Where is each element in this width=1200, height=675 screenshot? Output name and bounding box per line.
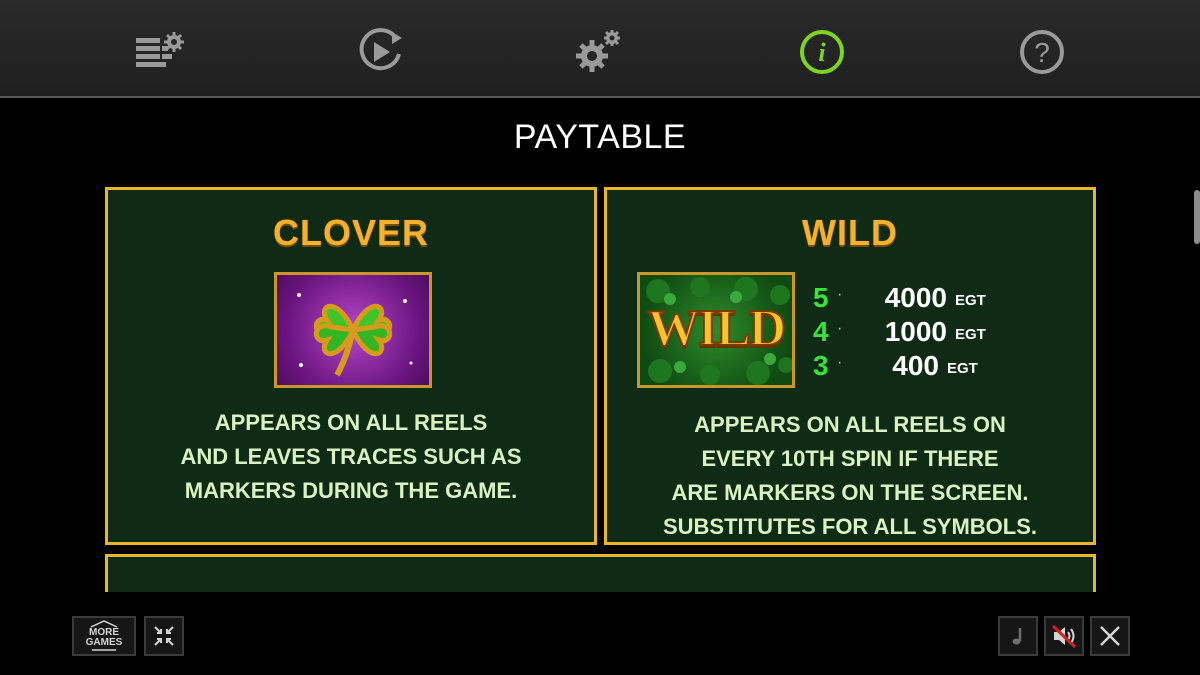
wild-symbol-image: WILD xyxy=(637,272,795,388)
pay-value: 400 xyxy=(892,350,939,381)
pay-row-3: 3 · 400 EGT xyxy=(813,350,1073,384)
pay-count: 3 xyxy=(813,350,829,381)
pay-unit: EGT xyxy=(955,292,986,309)
sound-muted-icon xyxy=(1051,624,1077,649)
four-leaf-clover-icon xyxy=(297,293,413,377)
sound-toggle-button[interactable] xyxy=(1044,616,1084,656)
pay-count: 5 xyxy=(813,282,829,313)
pay-value: 1000 xyxy=(884,316,947,347)
pay-dot: · xyxy=(837,320,843,337)
pay-unit: EGT xyxy=(955,326,986,343)
help-button[interactable]: ? xyxy=(1014,24,1070,80)
close-button[interactable] xyxy=(1090,616,1130,656)
more-games-button[interactable]: MORE GAMES xyxy=(72,616,136,656)
clover-title: CLOVER xyxy=(272,212,429,253)
exit-fullscreen-button[interactable] xyxy=(144,616,184,656)
wild-symbol-text: WILD xyxy=(647,299,787,358)
pay-row-4: 4 · 1000 EGT xyxy=(813,316,1073,350)
info-icon: i xyxy=(800,30,844,74)
scrollbar-thumb[interactable] xyxy=(1194,190,1200,244)
clover-desc-line: APPEARS ON ALL REELS xyxy=(214,410,488,435)
pay-dot: · xyxy=(837,286,843,303)
clover-panel: CLOVER APPEARS ON ALL REELS AND LEAVES T… xyxy=(105,187,597,545)
next-panel xyxy=(105,554,1096,592)
clover-description: APPEARS ON ALL REELS AND LEAVES TRACES S… xyxy=(108,406,594,508)
music-note-icon xyxy=(1012,628,1022,645)
clover-desc-line: AND LEAVES TRACES SUCH AS xyxy=(180,444,522,469)
wild-desc-line: SUBSTITUTES FOR ALL SYMBOLS. xyxy=(662,514,1037,539)
top-navigation-bar: i ? xyxy=(0,0,1200,98)
svg-text:?: ? xyxy=(1034,37,1050,68)
wild-desc-line: APPEARS ON ALL REELS ON xyxy=(694,412,1006,437)
wild-title: WILD xyxy=(802,212,898,253)
autoplay-icon xyxy=(359,28,402,71)
more-games-label: GAMES xyxy=(85,637,123,648)
clover-desc-line: MARKERS DURING THE GAME. xyxy=(184,478,518,503)
autoplay-button[interactable] xyxy=(352,24,408,80)
paytable-scroll-area[interactable]: PAYTABLE CLOVER APPEARS ON ALL REELS AND… xyxy=(0,100,1200,592)
pay-row-5: 5 · 4000 EGT xyxy=(813,282,1073,316)
wild-description: APPEARS ON ALL REELS ON EVERY 10TH SPIN … xyxy=(607,408,1093,544)
bet-settings-button[interactable] xyxy=(132,24,188,80)
help-question-icon: ? xyxy=(1020,30,1064,74)
settings-button[interactable] xyxy=(570,24,626,80)
close-icon xyxy=(1100,626,1120,646)
pay-count: 4 xyxy=(813,316,829,347)
svg-text:i: i xyxy=(818,38,826,67)
settings-gear-icon xyxy=(576,30,620,72)
page-title: PAYTABLE xyxy=(513,118,687,156)
pay-value: 4000 xyxy=(884,282,947,313)
pay-unit: EGT xyxy=(947,360,978,377)
wild-panel: WILD WILD 5 · 4000 EGT 4 · 1000 EGT 3 · … xyxy=(604,187,1096,545)
clover-symbol-image xyxy=(274,272,432,388)
pay-dot: · xyxy=(837,354,843,371)
minimize-arrows-icon xyxy=(154,626,174,646)
underline-icon xyxy=(92,649,116,651)
wild-desc-line: EVERY 10TH SPIN IF THERE xyxy=(701,446,999,471)
wild-desc-line: ARE MARKERS ON THE SCREEN. xyxy=(671,480,1029,505)
bet-settings-icon xyxy=(136,32,184,67)
info-button[interactable]: i xyxy=(794,24,850,80)
music-toggle-button[interactable] xyxy=(998,616,1038,656)
